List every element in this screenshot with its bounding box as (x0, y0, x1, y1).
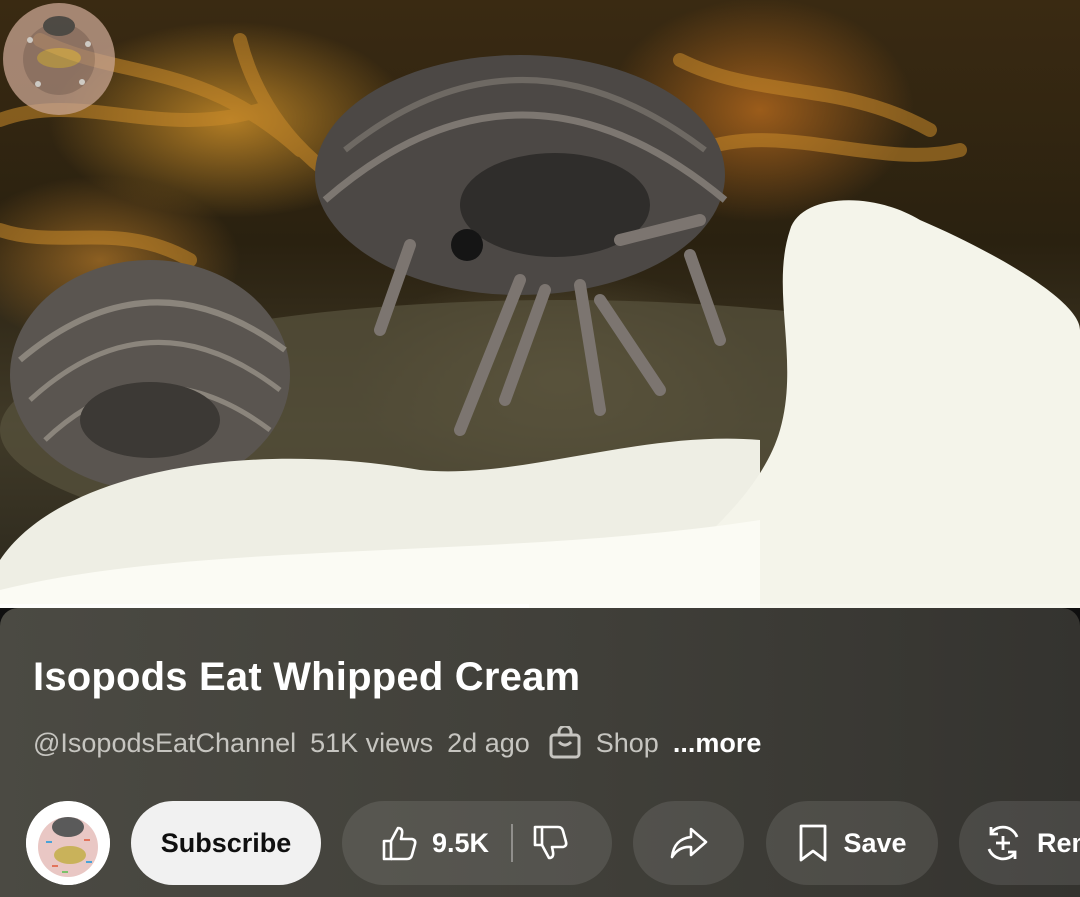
video-info-panel: Isopods Eat Whipped Cream @IsopodsEatCha… (0, 608, 1080, 897)
like-divider (511, 824, 514, 862)
shopping-bag-icon[interactable] (548, 726, 582, 760)
shop-link[interactable]: Shop (596, 728, 659, 759)
like-count[interactable]: 9.5K (432, 828, 489, 859)
view-count: 51K views (310, 727, 434, 758)
video-frame (0, 33, 1080, 608)
channel-avatar[interactable] (26, 801, 110, 885)
remix-button[interactable]: Remix (959, 801, 1080, 885)
channel-handle[interactable]: @IsopodsEatChannel (33, 728, 296, 759)
subscribe-button[interactable]: Subscribe (131, 801, 321, 885)
video-player[interactable] (0, 0, 1080, 608)
channel-watermark-logo (3, 3, 115, 115)
remix-label: Remix (1037, 827, 1080, 858)
share-arrow-icon (670, 827, 707, 859)
save-label: Save (843, 827, 907, 858)
isopod-left (10, 260, 290, 490)
video-title[interactable]: Isopods Eat Whipped Cream (33, 655, 580, 700)
action-bar: Subscribe 9.5K Save Re (26, 801, 1080, 885)
like-dislike-group: 9.5K (342, 801, 612, 885)
save-button[interactable]: Save (766, 801, 938, 885)
channel-avatar-logo-icon (26, 801, 110, 885)
thumbs-up-icon[interactable] (380, 824, 418, 862)
more-link[interactable]: ...more (673, 728, 762, 759)
video-metadata-row[interactable]: @IsopodsEatChannel 51K views 2d ago Shop… (33, 726, 775, 760)
upload-age: 2d ago (447, 727, 530, 758)
remix-icon (987, 825, 1019, 861)
share-button[interactable] (633, 801, 744, 885)
thumbs-down-icon[interactable] (531, 824, 569, 862)
bookmark-icon (800, 824, 827, 862)
